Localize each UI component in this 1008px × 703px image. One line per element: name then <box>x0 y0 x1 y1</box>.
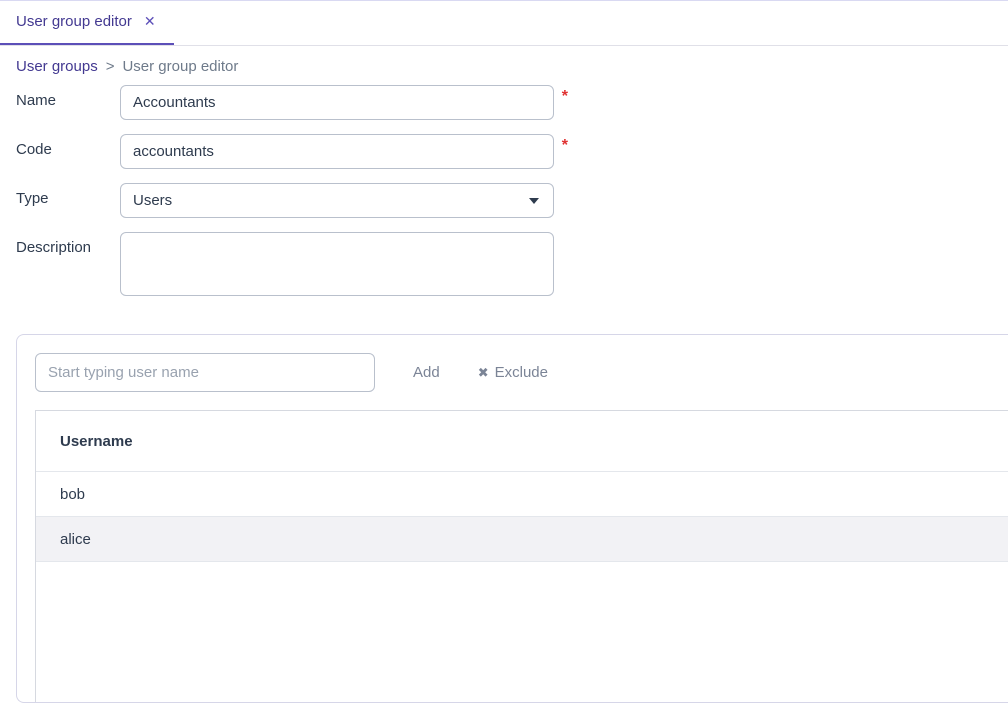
required-mark: * <box>562 137 568 155</box>
table-header-row: Username <box>36 411 1008 472</box>
type-select-value: Users <box>133 192 172 209</box>
table-row[interactable]: alice <box>36 517 1008 562</box>
breadcrumb-current: User group editor <box>122 58 238 75</box>
breadcrumb-root[interactable]: User groups <box>16 58 98 75</box>
breadcrumb: User groups > User group editor <box>0 46 1008 79</box>
user-group-form: Name * Code * Type Users Description <box>0 79 1008 324</box>
chevron-down-icon <box>529 198 539 204</box>
label-name: Name <box>16 85 120 109</box>
label-type: Type <box>16 183 120 207</box>
column-header-username: Username <box>60 433 133 450</box>
label-code: Code <box>16 134 120 158</box>
cell-username: bob <box>60 486 85 503</box>
label-description: Description <box>16 232 120 256</box>
members-table: Username bob alice <box>35 410 1008 702</box>
type-select[interactable]: Users <box>120 183 554 218</box>
required-mark: * <box>562 88 568 106</box>
tab-title: User group editor <box>16 13 132 30</box>
table-body: bob alice <box>36 472 1008 702</box>
exclude-button[interactable]: ✖ Exclude <box>478 364 548 381</box>
members-panel: Add ✖ Exclude Username bob alice <box>16 334 1008 703</box>
close-icon[interactable]: ✕ <box>142 14 158 28</box>
tab-strip: User group editor ✕ <box>0 0 1008 46</box>
add-button-label: Add <box>413 364 440 381</box>
code-field[interactable] <box>120 134 554 169</box>
exclude-button-label: Exclude <box>495 364 548 381</box>
description-field[interactable] <box>120 232 554 296</box>
name-field[interactable] <box>120 85 554 120</box>
user-search-input[interactable] <box>35 353 375 392</box>
tab-user-group-editor[interactable]: User group editor ✕ <box>0 0 174 45</box>
add-button[interactable]: Add <box>413 364 440 381</box>
close-icon: ✖ <box>478 365 489 381</box>
cell-username: alice <box>60 531 91 548</box>
breadcrumb-separator: > <box>106 58 115 75</box>
table-row[interactable]: bob <box>36 472 1008 517</box>
